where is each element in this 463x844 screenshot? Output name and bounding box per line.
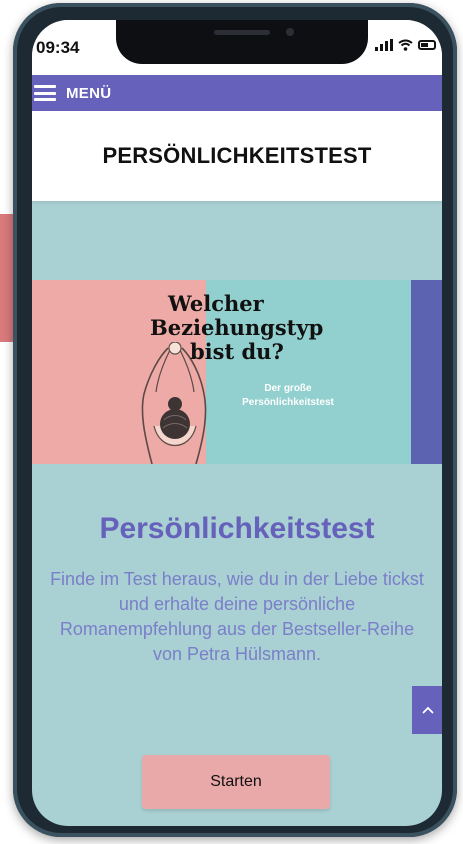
front-camera [286, 28, 294, 36]
hero-title-line: Beziehungstyp [150, 315, 324, 340]
hero-title: Welcher Beziehungstyp bist du? [150, 292, 350, 364]
scroll-to-top-button[interactable] [412, 686, 442, 734]
status-time: 09:34 [36, 38, 80, 57]
menu-button[interactable]: MENÜ [32, 75, 442, 111]
signal-icon [375, 39, 393, 51]
page-title: PERSÖNLICHKEITSTEST [102, 143, 372, 168]
status-icons [375, 39, 436, 51]
hero-title-line: Welcher [168, 291, 264, 316]
content-description: Finde im Test heraus, wie du in der Lieb… [50, 569, 424, 664]
hero-title-line: bist du? [190, 339, 284, 364]
hero-banner: Welcher Beziehungstyp bist du? Der große… [32, 280, 442, 464]
chevron-up-icon [422, 706, 434, 714]
hamburger-icon [34, 85, 56, 101]
notch [116, 20, 368, 64]
speaker-grille [214, 30, 270, 35]
menu-label: MENÜ [66, 84, 112, 102]
hero-panel-right [411, 280, 442, 464]
hero-subtitle: Der große Persönlichkeitstest [228, 382, 348, 410]
hero-subtitle-line: Der große [264, 383, 312, 394]
start-button[interactable]: Starten [142, 755, 330, 809]
page-header: PERSÖNLICHKEITSTEST [32, 111, 442, 201]
wifi-icon [398, 39, 413, 51]
status-bar: 09:34 [32, 20, 442, 76]
content-headline: Persönlichkeitstest [99, 512, 375, 545]
hero-subtitle-line: Persönlichkeitstest [242, 397, 334, 408]
phone-screen: 09:34 MENÜ PERSÖNLICHKEITSTEST Welcher B… [32, 20, 442, 826]
battery-icon [418, 40, 436, 50]
